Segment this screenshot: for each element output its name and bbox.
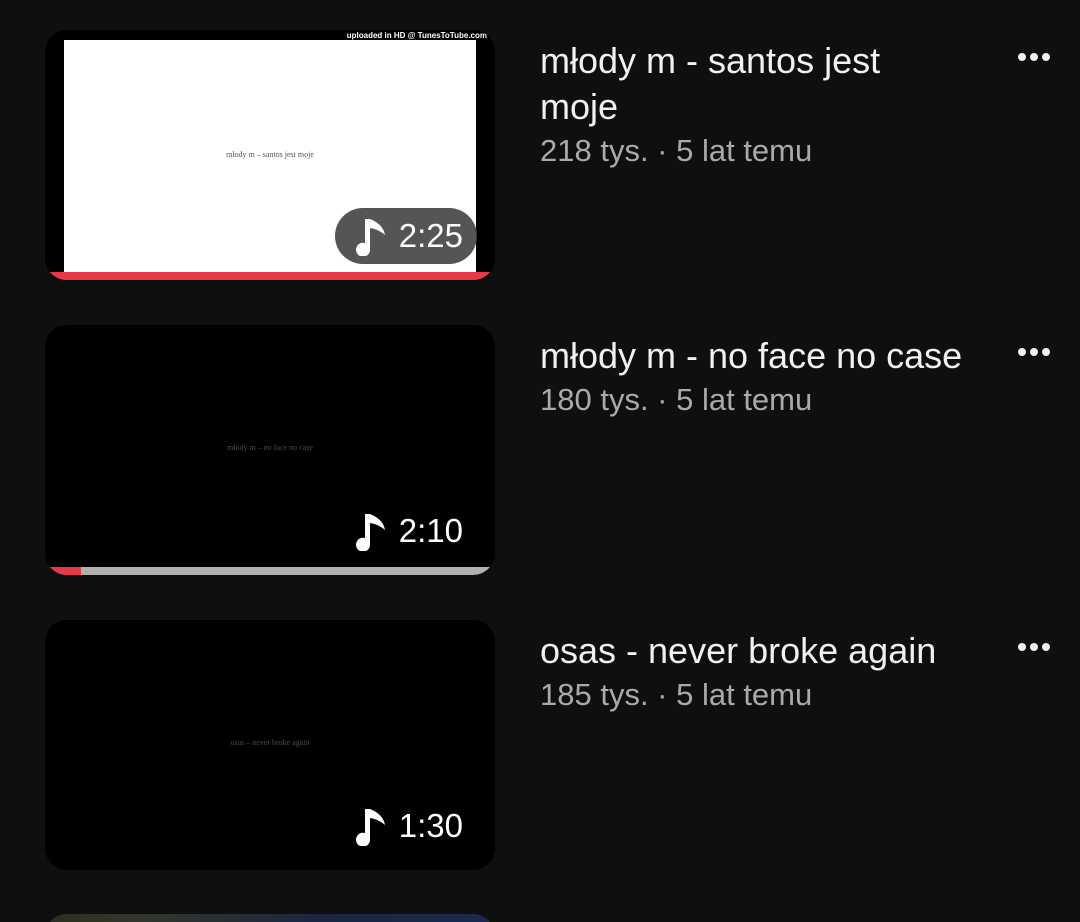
- video-title[interactable]: młody m - santos jest moje: [540, 38, 940, 130]
- watch-progress-fill: [45, 567, 81, 575]
- watch-progress-fill: [45, 272, 495, 280]
- video-thumbnail[interactable]: młody m – no face no case 2:10: [45, 325, 495, 575]
- video-title[interactable]: młody m - no face no case: [540, 333, 1010, 379]
- duration-badge: 1:30: [335, 798, 477, 854]
- thumbnail-caption: młody m – no face no case: [227, 443, 313, 452]
- thumbnail-caption: młody m – santos jest moje: [226, 150, 314, 159]
- video-list: młody m – santos jest moje uploaded in H…: [0, 0, 1080, 922]
- music-note-icon: [355, 809, 385, 846]
- video-stats: 185 tys. · 5 lat temu: [540, 677, 813, 712]
- video-item[interactable]: młody m – santos jest moje uploaded in H…: [0, 30, 1080, 280]
- more-vert-icon[interactable]: [1012, 335, 1056, 369]
- thumbnail-caption: osas – never broke again: [230, 738, 310, 747]
- watch-progress-bar: [45, 272, 495, 280]
- video-thumbnail[interactable]: młody m – santos jest moje uploaded in H…: [45, 30, 495, 280]
- video-item[interactable]: osas – never broke again 1:30 osas - nev…: [0, 620, 1080, 870]
- duration-text: 2:10: [398, 512, 463, 549]
- duration-text: 2:25: [398, 217, 463, 254]
- video-stats: 218 tys. · 5 lat temu: [540, 133, 813, 168]
- more-vert-icon[interactable]: [1012, 630, 1056, 664]
- music-note-icon: [355, 219, 385, 256]
- duration-badge: 2:10: [335, 503, 477, 559]
- duration-badge: 2:25: [334, 208, 477, 264]
- more-vert-icon[interactable]: [1012, 40, 1056, 74]
- next-video-thumbnail-peek[interactable]: [45, 914, 495, 922]
- video-meta: osas - never broke again 185 tys. · 5 la…: [540, 628, 1010, 716]
- video-item[interactable]: młody m – no face no case 2:10 młody m -…: [0, 325, 1080, 575]
- video-stats: 180 tys. · 5 lat temu: [540, 382, 813, 417]
- video-title[interactable]: osas - never broke again: [540, 628, 1010, 674]
- video-meta: młody m - santos jest moje 218 tys. · 5 …: [540, 38, 1010, 172]
- music-note-icon: [355, 514, 385, 551]
- duration-text: 1:30: [398, 807, 463, 844]
- video-meta: młody m - no face no case 180 tys. · 5 l…: [540, 333, 1010, 421]
- watch-progress-bar: [45, 567, 495, 575]
- video-thumbnail[interactable]: osas – never broke again 1:30: [45, 620, 495, 870]
- thumbnail-watermark: uploaded in HD @ TunesToTube.com: [346, 31, 487, 40]
